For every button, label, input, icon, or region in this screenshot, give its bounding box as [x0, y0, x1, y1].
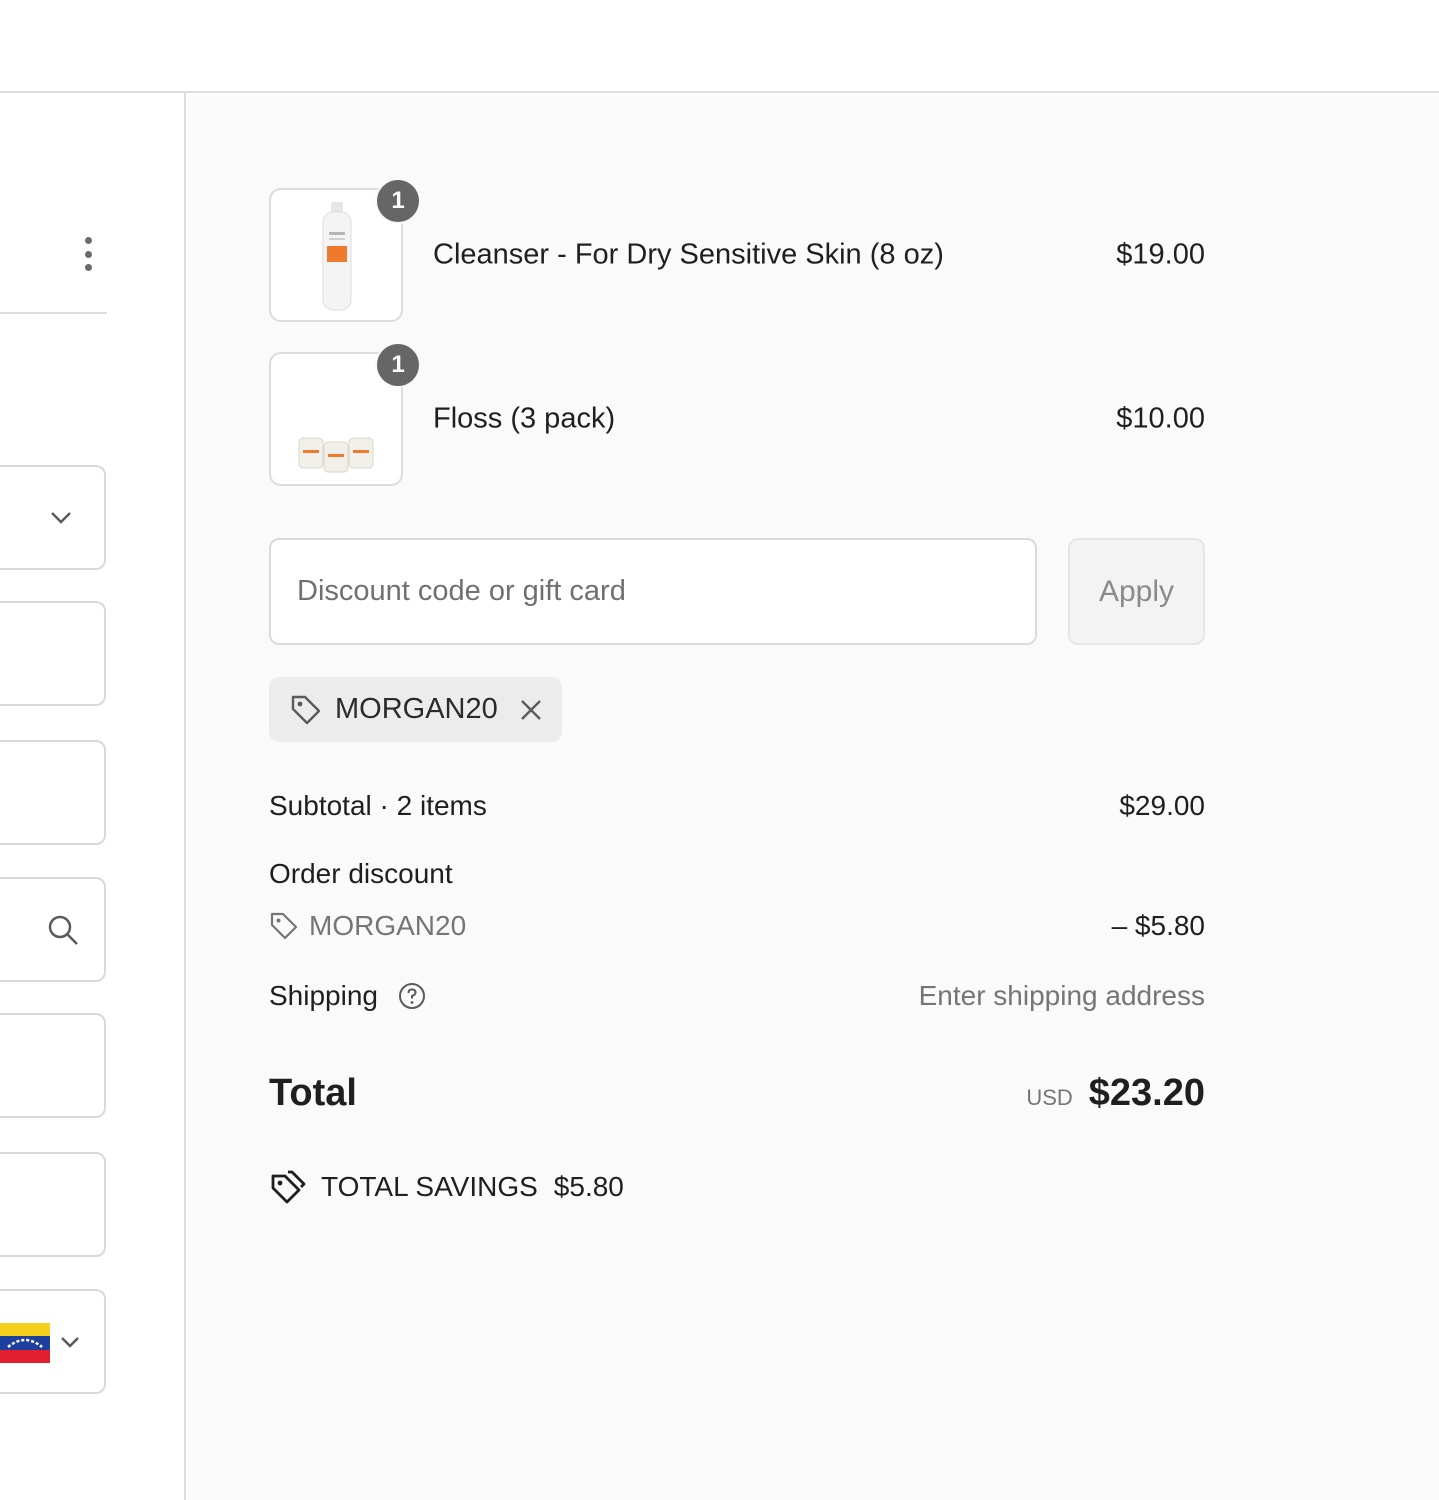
order-discount-code: MORGAN20: [309, 910, 467, 941]
remove-discount-icon[interactable]: [518, 697, 544, 723]
shipping-row-label: Shipping: [269, 980, 426, 1012]
applied-discount-chip: MORGAN20: [269, 677, 562, 742]
cart-line-item: 1 Cleanser - For Dry Sensitive Skin (8 o…: [269, 178, 1205, 322]
product-image: 1: [269, 342, 421, 486]
tag-icon: [291, 695, 321, 724]
last-name-field[interactable]: [0, 740, 106, 845]
address-field[interactable]: [0, 877, 106, 982]
checkout-form-column: [0, 93, 186, 1500]
order-discount-code-line: MORGAN20: [269, 910, 466, 942]
total-currency: USD: [1026, 1085, 1073, 1110]
quantity-badge: 1: [375, 342, 421, 388]
floss-pack-image: [293, 356, 379, 482]
total-amount: USD $23.20: [1026, 1072, 1205, 1115]
apartment-field[interactable]: [0, 1013, 106, 1118]
city-field[interactable]: [0, 1152, 106, 1257]
order-discount-value: – $5.80: [1111, 910, 1205, 941]
total-label: Total: [269, 1072, 357, 1114]
tag-icon: [270, 912, 298, 940]
chevron-down-icon: [61, 1337, 79, 1348]
applied-discount-code: MORGAN20: [335, 693, 498, 725]
venezuela-flag-icon: [0, 1323, 50, 1363]
subtotal-value: $29.00: [1119, 790, 1205, 821]
page-header: [0, 0, 1439, 93]
quantity-badge: 1: [375, 178, 421, 224]
phone-country-select[interactable]: [0, 1289, 106, 1394]
form-divider: [0, 312, 107, 314]
more-options-icon[interactable]: [80, 237, 96, 271]
cart-line-item: 1 Floss (3 pack) $10.00: [269, 342, 1205, 486]
product-price: $10.00: [1116, 402, 1205, 435]
product-image: 1: [269, 178, 421, 322]
country-select[interactable]: [0, 465, 106, 570]
product-name: Cleanser - For Dry Sensitive Skin (8 oz): [433, 238, 944, 271]
tags-icon: [271, 1170, 306, 1204]
help-icon[interactable]: [398, 982, 426, 1010]
total-value: $23.20: [1088, 1072, 1205, 1114]
chevron-down-icon: [51, 511, 71, 524]
total-savings: TOTAL SAVINGS $5.80: [269, 1168, 624, 1206]
discount-code-input[interactable]: [269, 538, 1037, 645]
product-price: $19.00: [1116, 238, 1205, 271]
savings-label: TOTAL SAVINGS: [321, 1171, 538, 1202]
shipping-label: Shipping: [269, 980, 378, 1011]
savings-value: $5.80: [553, 1171, 624, 1202]
first-name-field[interactable]: [0, 601, 106, 706]
search-icon: [48, 915, 78, 945]
product-name: Floss (3 pack): [433, 402, 616, 435]
apply-discount-button[interactable]: Apply: [1068, 538, 1205, 645]
shipping-value: Enter shipping address: [918, 980, 1205, 1011]
order-discount-label: Order discount: [269, 858, 453, 889]
cleanser-bottle-image: [293, 192, 379, 318]
subtotal-label: Subtotal · 2 items: [269, 790, 487, 821]
